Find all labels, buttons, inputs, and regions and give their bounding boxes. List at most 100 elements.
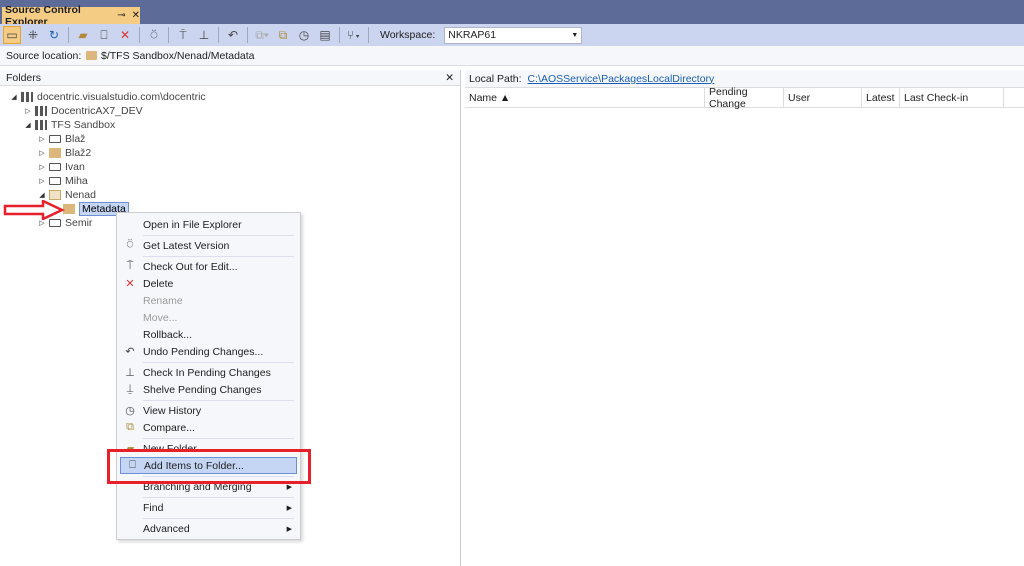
tree-item-label: Nenad <box>65 189 96 201</box>
submenu-arrow-icon: ▶ <box>286 504 292 512</box>
branch-icon <box>49 135 61 143</box>
menu-open-in-file-explorer[interactable]: Open in File Explorer <box>117 216 300 233</box>
column-latest[interactable]: Latest <box>862 88 900 107</box>
tree-item-label: Blaž <box>65 133 86 145</box>
menu-label: Find <box>143 501 164 514</box>
menu-find[interactable]: Find ▶ <box>117 499 300 516</box>
tree-item-label: DocentricAX7_DEV <box>51 105 143 117</box>
menu-check-in[interactable]: ⊥ Check In Pending Changes <box>117 364 300 381</box>
undo-icon: ↶ <box>125 346 135 358</box>
menu-label: Check In Pending Changes <box>143 366 271 379</box>
tree-item-label: Semir <box>65 217 93 229</box>
check-in-icon[interactable]: ⊥ <box>195 26 213 44</box>
tree-item[interactable]: ▷ Miha <box>0 174 206 188</box>
new-folder-icon[interactable]: ▰ <box>74 26 92 44</box>
tree-item[interactable]: ▷ Blaž <box>0 132 206 146</box>
menu-get-latest-version[interactable]: ⍥ Get Latest Version <box>117 237 300 254</box>
local-path-link[interactable]: C:\AOSService\PackagesLocalDirectory <box>528 73 715 85</box>
tree-item-label: docentric.visualstudio.com\docentric <box>37 91 206 103</box>
check-out-icon: ⍑ <box>126 260 134 272</box>
menu-label: Get Latest Version <box>143 239 230 252</box>
collection-icon <box>21 92 33 102</box>
tree-item[interactable]: ◢ docentric.visualstudio.com\docentric <box>0 90 206 104</box>
branch-icon <box>49 219 61 227</box>
menu-view-history[interactable]: ◷ View History <box>117 402 300 419</box>
column-name[interactable]: Name ▲ <box>465 88 705 107</box>
local-path-label: Local Path: <box>469 72 522 85</box>
submenu-arrow-icon: ▶ <box>286 525 292 533</box>
project-icon <box>35 106 47 116</box>
compare-disabled-icon: ⧉▾ <box>255 27 269 42</box>
column-user[interactable]: User <box>784 88 862 107</box>
workspace-select[interactable]: NKRAP61 ▼ <box>444 26 583 44</box>
menu-label: Compare... <box>143 421 195 434</box>
menu-label: Check Out for Edit... <box>143 260 238 273</box>
menu-label: Delete <box>143 277 174 290</box>
menu-label: Shelve Pending Changes <box>143 383 262 396</box>
menu-shelve[interactable]: ⍊ Shelve Pending Changes <box>117 381 300 398</box>
tree-item[interactable]: ▷ Blaž2 <box>0 146 206 160</box>
workspace-label: Workspace: <box>380 29 436 41</box>
pin-icon[interactable]: ⊸ <box>117 10 125 21</box>
source-location-path[interactable]: $/TFS Sandbox/Nenad/Metadata <box>101 50 255 62</box>
open-folder-icon <box>49 190 61 200</box>
folder-icon <box>49 148 61 158</box>
title-bar: Source Control Explorer ⊸ ✕ <box>0 0 1024 28</box>
red-highlight-box-annotation <box>107 449 311 484</box>
tree-item-label: Ivan <box>65 161 85 173</box>
column-headers: Name ▲ Pending Change User Latest Last C… <box>465 86 1024 110</box>
branch-icon[interactable]: ⑂▾ <box>345 26 363 44</box>
check-in-icon: ⊥ <box>125 367 135 379</box>
menu-delete[interactable]: ✕ Delete <box>117 275 300 292</box>
properties-icon[interactable]: ▤ <box>316 26 334 44</box>
refresh-icon[interactable]: ↻ <box>45 26 63 44</box>
branch-icon <box>49 177 61 185</box>
menu-label: Advanced <box>143 522 190 535</box>
menu-label: View History <box>143 404 202 417</box>
tree-item-label: Blaž2 <box>65 147 92 159</box>
tree-item-label: Miha <box>65 175 88 187</box>
compare-icon[interactable]: ⧉ <box>274 26 292 44</box>
close-folders-icon[interactable]: ✕ <box>445 72 454 84</box>
check-out-icon[interactable]: ⍑ <box>174 26 192 44</box>
menu-move: Move... <box>117 309 300 326</box>
tree-item-label: TFS Sandbox <box>51 119 116 131</box>
menu-label: Open in File Explorer <box>143 218 242 231</box>
context-menu: Open in File Explorer ⍥ Get Latest Versio… <box>116 212 301 540</box>
menu-rollback[interactable]: Rollback... <box>117 326 300 343</box>
branch-icon <box>49 163 61 171</box>
tree-item[interactable]: ▷ DocentricAX7_DEV <box>0 104 206 118</box>
undo-icon[interactable]: ↶ <box>224 26 242 44</box>
close-tab-icon[interactable]: ✕ <box>132 10 140 21</box>
folders-title: Folders <box>6 71 42 84</box>
connect-icon[interactable]: ⁜ <box>24 26 42 44</box>
compare-icon: ⧉ <box>126 421 134 433</box>
items-panel: Local Path: C:\AOSService\PackagesLocalDi… <box>465 70 1024 566</box>
menu-label: Undo Pending Changes... <box>143 345 264 358</box>
chevron-down-icon: ▼ <box>571 31 579 39</box>
tab-source-control-explorer[interactable]: Source Control Explorer ⊸ ✕ <box>2 4 140 28</box>
column-pending-change[interactable]: Pending Change <box>705 86 784 110</box>
tree-item[interactable]: ▷ Ivan <box>0 160 206 174</box>
menu-undo-pending[interactable]: ↶ Undo Pending Changes... <box>117 343 300 360</box>
menu-check-out[interactable]: ⍑ Check Out for Edit... <box>117 258 300 275</box>
folder-icon <box>86 51 97 60</box>
delete-icon[interactable]: ✕ <box>116 26 134 44</box>
column-last-check-in[interactable]: Last Check-in <box>900 88 1004 107</box>
workspace-value: NKRAP61 <box>448 29 497 41</box>
tree-item[interactable]: ◢ TFS Sandbox <box>0 118 206 132</box>
menu-label: Rename <box>143 294 183 307</box>
source-location-bar: Source location: $/TFS Sandbox/Nenad/Met… <box>0 46 1024 66</box>
folders-toggle-icon[interactable]: ▭ <box>3 26 21 44</box>
add-items-icon[interactable]: ⎕ <box>95 26 113 44</box>
menu-compare[interactable]: ⧉ Compare... <box>117 419 300 436</box>
toolbar: ▭ ⁜ ↻ ▰ ⎕ ✕ ⍥ ⍑ ⊥ ↶ ⧉▾ ⧉ ◷ ▤ ⑂▾ Workspac… <box>0 24 1024 46</box>
get-latest-icon[interactable]: ⍥ <box>145 26 163 44</box>
menu-label: Rollback... <box>143 328 193 341</box>
delete-icon: ✕ <box>125 278 135 290</box>
red-arrow-annotation <box>3 200 65 220</box>
source-location-label: Source location: <box>6 49 82 62</box>
menu-advanced[interactable]: Advanced ▶ <box>117 520 300 537</box>
history-icon: ◷ <box>125 405 135 417</box>
history-icon[interactable]: ◷ <box>295 26 313 44</box>
